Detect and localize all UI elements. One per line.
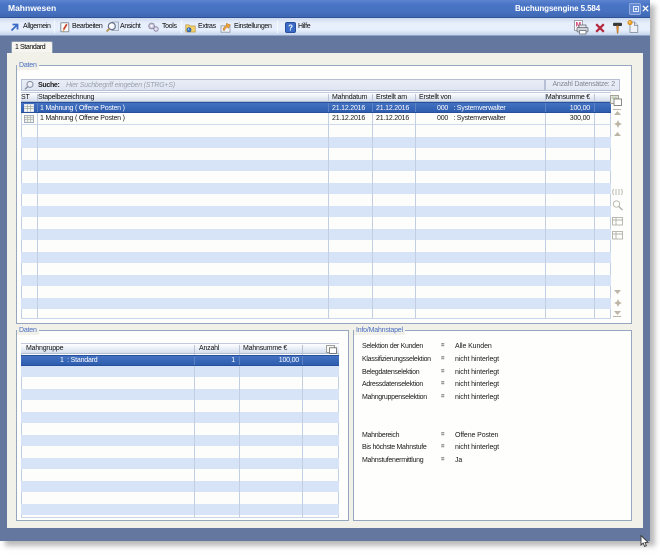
svg-text:?: ? <box>288 23 293 32</box>
